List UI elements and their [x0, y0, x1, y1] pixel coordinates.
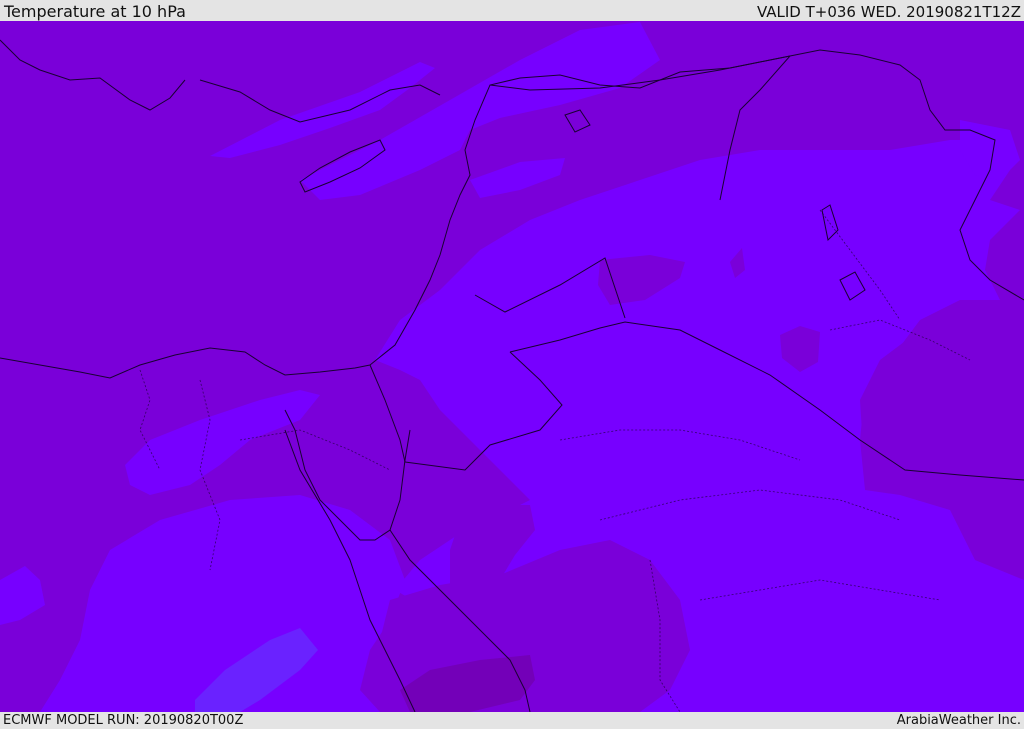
map-title: Temperature at 10 hPa	[4, 2, 186, 21]
map-header: Temperature at 10 hPa VALID T+036 WED. 2…	[0, 0, 1024, 21]
map-footer: ECMWF MODEL RUN: 20190820T00Z ArabiaWeat…	[0, 712, 1024, 729]
temperature-map[interactable]	[0, 21, 1024, 712]
model-run: ECMWF MODEL RUN: 20190820T00Z	[3, 713, 244, 728]
brand-credit: ArabiaWeather Inc.	[896, 713, 1021, 728]
valid-time: VALID T+036 WED. 20190821T12Z	[756, 3, 1021, 21]
map-viewer: Temperature at 10 hPa VALID T+036 WED. 2…	[0, 0, 1024, 729]
